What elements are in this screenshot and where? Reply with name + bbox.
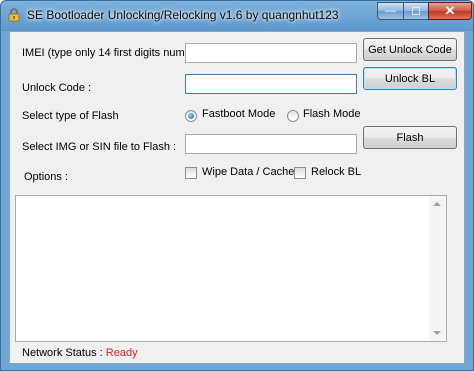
close-button[interactable]: ✕ bbox=[428, 2, 472, 20]
log-textarea[interactable] bbox=[15, 195, 447, 342]
wipe-data-checkbox[interactable] bbox=[185, 167, 197, 179]
unlock-bl-button[interactable]: Unlock BL bbox=[363, 67, 457, 90]
file-select-label: Select IMG or SIN file to Flash : bbox=[22, 141, 177, 153]
app-window: SE Bootloader Unlocking/Relocking v1.6 b… bbox=[0, 0, 474, 371]
imei-label: IMEI (type only 14 first digits number): bbox=[22, 47, 208, 59]
flash-type-label: Select type of Flash bbox=[22, 110, 119, 122]
flash-mode-radio[interactable] bbox=[287, 110, 299, 122]
fastboot-mode-label[interactable]: Fastboot Mode bbox=[202, 108, 275, 120]
unlock-code-input[interactable] bbox=[185, 74, 357, 94]
relock-bl-checkbox[interactable] bbox=[294, 167, 306, 179]
lock-icon bbox=[7, 8, 21, 22]
maximize-button[interactable]: ☐ bbox=[403, 2, 429, 20]
unlock-code-label: Unlock Code : bbox=[22, 82, 92, 94]
options-label: Options : bbox=[24, 171, 69, 183]
radio-selected-dot bbox=[188, 113, 194, 119]
scroll-down-arrow-icon[interactable] bbox=[433, 331, 441, 335]
client-area: IMEI (type only 14 first digits number):… bbox=[9, 31, 465, 364]
scroll-up-arrow-icon[interactable] bbox=[433, 202, 441, 206]
minimize-button[interactable]: — bbox=[377, 2, 404, 20]
close-icon: ✕ bbox=[444, 3, 456, 18]
minimize-icon: — bbox=[385, 5, 396, 17]
window-title: SE Bootloader Unlocking/Relocking v1.6 b… bbox=[27, 8, 339, 22]
maximize-icon: ☐ bbox=[411, 5, 421, 18]
flash-button[interactable]: Flash bbox=[363, 126, 457, 149]
network-status-label: Network Status : Ready bbox=[22, 347, 138, 359]
network-status-value: Ready bbox=[105, 347, 138, 359]
imei-input[interactable] bbox=[185, 43, 357, 63]
title-bar[interactable]: SE Bootloader Unlocking/Relocking v1.6 b… bbox=[1, 1, 473, 31]
relock-bl-label[interactable]: Relock BL bbox=[311, 166, 361, 178]
wipe-data-label[interactable]: Wipe Data / Cache bbox=[202, 166, 294, 178]
log-scrollbar[interactable] bbox=[429, 196, 446, 341]
fastboot-mode-radio[interactable] bbox=[185, 110, 197, 122]
get-unlock-code-button[interactable]: Get Unlock Code bbox=[363, 38, 457, 61]
flash-mode-label[interactable]: Flash Mode bbox=[303, 108, 360, 120]
flash-file-input[interactable] bbox=[185, 134, 357, 154]
